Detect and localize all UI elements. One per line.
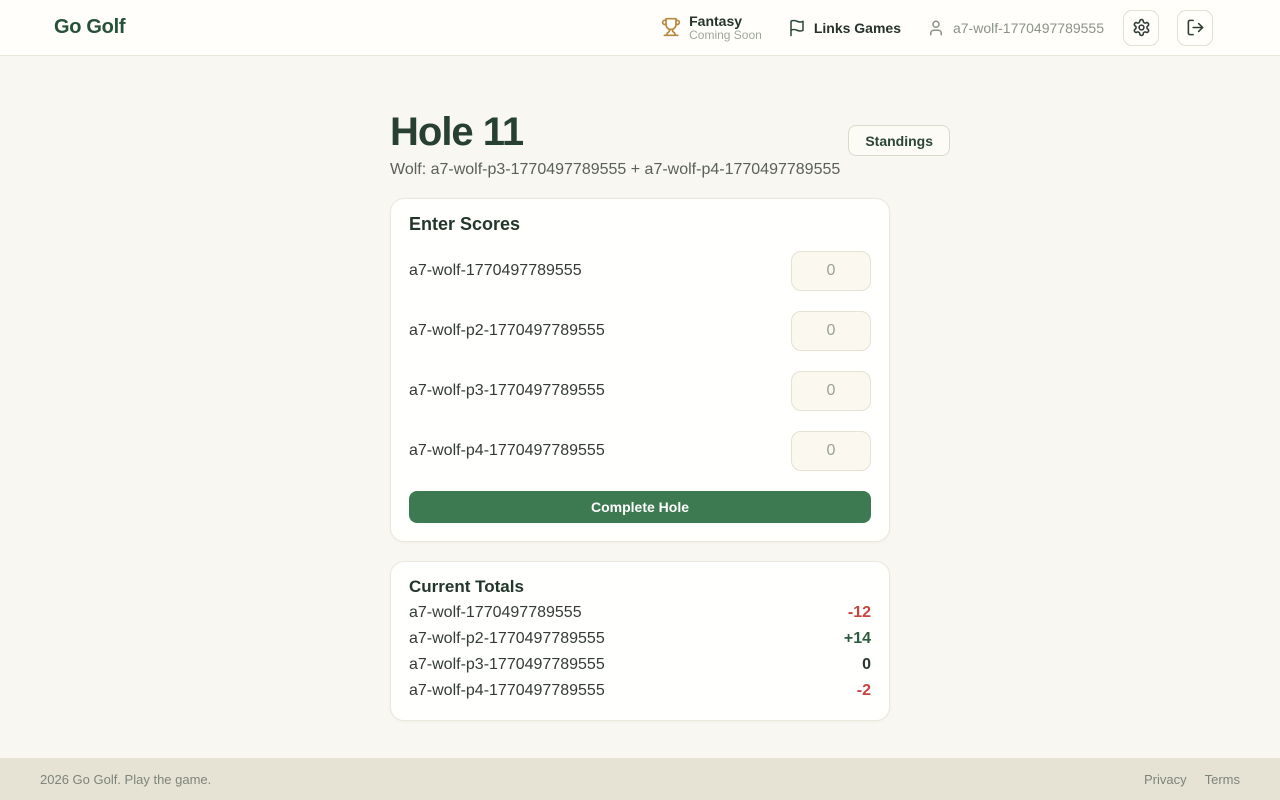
player-name: a7-wolf-p3-1770497789555 — [409, 382, 605, 399]
top-nav: Go Golf Fantasy Coming Soon Links Games … — [0, 0, 1280, 56]
footer: 2026 Go Golf. Play the game. Privacy Ter… — [0, 758, 1280, 800]
score-input-4[interactable] — [791, 431, 871, 471]
logout-icon — [1186, 18, 1205, 37]
nav-fantasy-sublabel: Coming Soon — [689, 27, 762, 42]
total-value: 0 — [862, 656, 871, 673]
score-input-1[interactable] — [791, 251, 871, 291]
total-player-name: a7-wolf-p4-1770497789555 — [409, 682, 605, 699]
copyright-text: 2026 Go Golf. Play the game. — [40, 771, 212, 787]
page-header: Hole 11 Wolf: a7-wolf-p3-1770497789555 +… — [390, 108, 950, 179]
score-row: a7-wolf-1770497789555 — [409, 251, 871, 291]
nav-item-links-games[interactable]: Links Games — [788, 19, 901, 37]
standings-button[interactable]: Standings — [848, 125, 950, 156]
nav-username: a7-wolf-1770497789555 — [952, 19, 1104, 36]
total-value: +14 — [843, 630, 871, 647]
nav-right: Fantasy Coming Soon Links Games a7-wolf-… — [661, 9, 1213, 46]
logout-button[interactable] — [1177, 9, 1213, 46]
nav-user-chip: a7-wolf-1770497789555 — [927, 19, 1104, 37]
enter-scores-title: Enter Scores — [409, 214, 521, 234]
brand-logo[interactable]: Go Golf — [54, 16, 126, 39]
gear-icon — [1132, 18, 1151, 37]
total-row: a7-wolf-1770497789555 -12 — [409, 600, 871, 626]
trophy-icon — [661, 17, 681, 37]
score-input-2[interactable] — [791, 311, 871, 351]
settings-button[interactable] — [1123, 9, 1159, 46]
total-row: a7-wolf-p2-1770497789555 +14 — [409, 626, 871, 652]
player-name: a7-wolf-1770497789555 — [409, 262, 582, 279]
score-row: a7-wolf-p4-1770497789555 — [409, 431, 871, 471]
page-title: Hole 11 — [390, 110, 524, 154]
score-row: a7-wolf-p2-1770497789555 — [409, 311, 871, 351]
score-input-3[interactable] — [791, 371, 871, 411]
wolf-subtitle: Wolf: a7-wolf-p3-1770497789555 + a7-wolf… — [390, 161, 841, 178]
nav-links-games-label: Links Games — [813, 19, 901, 36]
nav-fantasy-label: Fantasy — [689, 12, 743, 29]
player-name: a7-wolf-p2-1770497789555 — [409, 322, 605, 339]
user-icon — [927, 19, 945, 37]
total-value: -2 — [856, 682, 871, 699]
privacy-link[interactable]: Privacy — [1144, 772, 1187, 787]
current-totals-card: Current Totals a7-wolf-1770497789555 -12… — [390, 561, 890, 721]
total-player-name: a7-wolf-1770497789555 — [409, 604, 582, 621]
player-name: a7-wolf-p4-1770497789555 — [409, 442, 605, 459]
nav-item-fantasy[interactable]: Fantasy Coming Soon — [661, 13, 762, 43]
terms-link[interactable]: Terms — [1205, 772, 1240, 787]
total-player-name: a7-wolf-p2-1770497789555 — [409, 630, 605, 647]
main-area: Hole 11 Wolf: a7-wolf-p3-1770497789555 +… — [0, 56, 1280, 758]
total-row: a7-wolf-p3-1770497789555 0 — [409, 652, 871, 678]
total-player-name: a7-wolf-p3-1770497789555 — [409, 656, 605, 673]
total-value: -12 — [847, 604, 871, 621]
complete-hole-button[interactable]: Complete Hole — [409, 491, 871, 523]
flag-icon — [788, 19, 806, 37]
score-row: a7-wolf-p3-1770497789555 — [409, 371, 871, 411]
current-totals-title: Current Totals — [409, 577, 524, 596]
total-row: a7-wolf-p4-1770497789555 -2 — [409, 678, 871, 704]
enter-scores-card: Enter Scores a7-wolf-1770497789555 a7-wo… — [390, 198, 890, 542]
